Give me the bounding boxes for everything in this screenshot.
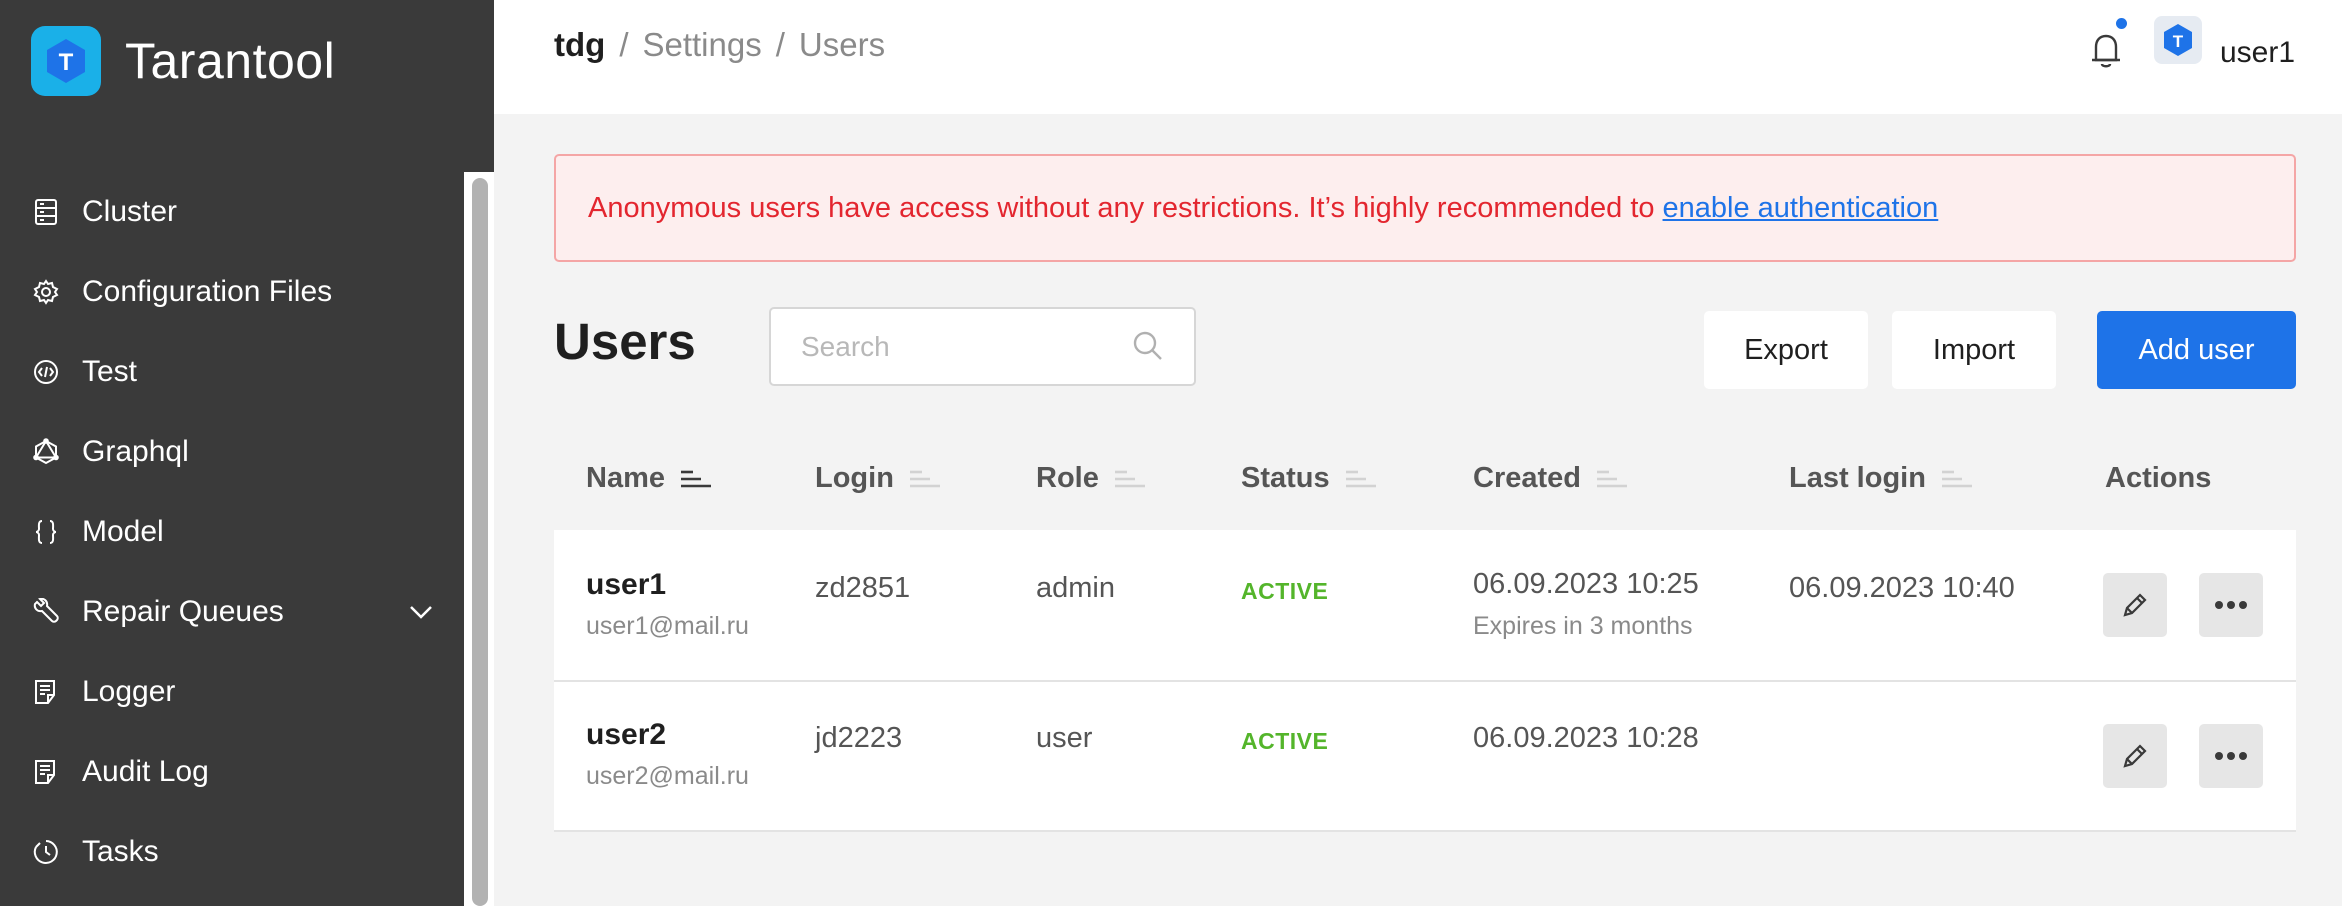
svg-text:T: T [59,49,74,76]
code-icon [31,357,61,387]
column-header-status[interactable]: Status [1241,462,1376,495]
app-logo[interactable]: T Tarantool [31,26,335,96]
user-login: jd2223 [815,722,903,754]
more-horizontal-icon [2215,752,2247,760]
braces-icon [31,517,61,547]
breadcrumb-separator: / [775,26,785,63]
graphql-icon [31,437,61,467]
sort-icon[interactable] [908,467,940,491]
expires-text: Expires in 3 months [1473,612,1693,640]
sidebar-item-repair-queues[interactable]: Repair Queues [0,572,464,652]
user-avatar[interactable]: T [2154,16,2202,64]
gear-icon [31,277,61,307]
row-divider [554,830,2296,832]
clock-icon [31,837,61,867]
column-header-last-login[interactable]: Last login [1789,462,1972,495]
sidebar-item-label: Repair Queues [82,595,284,628]
document-icon [31,677,61,707]
sidebar-item-cluster[interactable]: Cluster [0,172,464,252]
app-name: Tarantool [125,33,336,89]
sidebar-item-label: Configuration Files [82,275,333,308]
table-header: Name Login Role Status Created Last logi… [554,440,2296,512]
column-header-name[interactable]: Name [586,462,711,495]
column-header-actions: Actions [2105,462,2212,494]
sidebar-item-label: Tasks [82,835,159,868]
chevron-down-icon[interactable] [408,599,434,625]
table-row: user2 user2@mail.ru jd2223 user ACTIVE 0… [554,682,2296,830]
page-title: Users [554,313,696,370]
sort-icon[interactable] [1595,467,1627,491]
user-name[interactable]: user2 [586,718,666,752]
pencil-icon [2123,593,2147,617]
sidebar: T Tarantool Cluster Configuration Files … [0,0,494,906]
sidebar-item-label: Logger [82,675,176,708]
security-alert: Anonymous users have access without any … [554,154,2296,262]
server-icon [31,197,61,227]
edit-button[interactable] [2103,724,2167,788]
sidebar-item-label: Model [82,515,164,548]
sidebar-item-graphql[interactable]: Graphql [0,412,464,492]
last-login-date: 06.09.2023 10:40 [1789,572,2015,604]
user-name[interactable]: user1 [586,568,666,602]
import-button[interactable]: Import [1892,311,2056,389]
search-icon[interactable] [1131,329,1165,363]
column-header-created[interactable]: Created [1473,462,1627,495]
bell-icon[interactable] [2088,30,2124,70]
sort-icon[interactable] [1113,467,1145,491]
breadcrumb: tdg / Settings / Users [554,26,885,64]
table-row: user1 user1@mail.ru zd2851 admin ACTIVE … [554,530,2296,680]
user-role: user [1036,722,1093,754]
wrench-icon [31,597,61,627]
sidebar-item-configuration-files[interactable]: Configuration Files [0,252,464,332]
add-user-button[interactable]: Add user [2097,311,2296,389]
status-badge: ACTIVE [1241,728,1329,754]
edit-button[interactable] [2103,573,2167,637]
breadcrumb-separator: / [619,26,629,63]
sidebar-item-label: Test [82,355,138,388]
column-header-role[interactable]: Role [1036,462,1145,495]
svg-text:T: T [2173,32,2184,51]
more-horizontal-icon [2215,601,2247,609]
pencil-icon [2123,744,2147,768]
search-input[interactable] [771,309,1131,384]
sidebar-item-test[interactable]: Test [0,332,464,412]
alert-message: Anonymous users have access without any … [588,191,1655,224]
sort-icon[interactable] [1344,467,1376,491]
user-email: user2@mail.ru [586,762,749,790]
sort-icon[interactable] [1940,467,1972,491]
sidebar-item-label: Cluster [82,195,178,228]
breadcrumb-users: Users [798,26,886,63]
created-date: 06.09.2023 10:25 [1473,568,1699,600]
user-login: zd2851 [815,572,911,604]
export-button[interactable]: Export [1704,311,1868,389]
created-date: 06.09.2023 10:28 [1473,722,1699,754]
column-header-login[interactable]: Login [815,462,940,495]
sidebar-item-logger[interactable]: Logger [0,652,464,732]
sort-icon[interactable] [679,467,711,491]
sidebar-item-label: Audit Log [82,755,209,788]
breadcrumb-root[interactable]: tdg [554,26,605,64]
sidebar-item-tasks[interactable]: Tasks [0,812,464,892]
status-badge: ACTIVE [1241,578,1329,604]
sidebar-scrollbar-thumb[interactable] [472,178,488,906]
sidebar-item-label: Graphql [82,435,189,468]
tarantool-logo-icon: T [31,26,101,96]
enable-authentication-link[interactable]: enable authentication [1663,192,1939,225]
sidebar-item-audit-log[interactable]: Audit Log [0,732,464,812]
username[interactable]: user1 [2220,36,2295,70]
top-header: tdg / Settings / Users T user1 [494,0,2342,114]
document-icon [31,757,61,787]
sidebar-item-model[interactable]: Model [0,492,464,572]
notification-dot [2116,18,2127,29]
sidebar-nav: Cluster Configuration Files Test Graphql… [0,172,464,892]
more-actions-button[interactable] [2199,724,2263,788]
user-role: admin [1036,572,1115,604]
search-box[interactable] [769,307,1196,386]
breadcrumb-settings[interactable]: Settings [642,26,761,64]
more-actions-button[interactable] [2199,573,2263,637]
user-email: user1@mail.ru [586,612,749,640]
